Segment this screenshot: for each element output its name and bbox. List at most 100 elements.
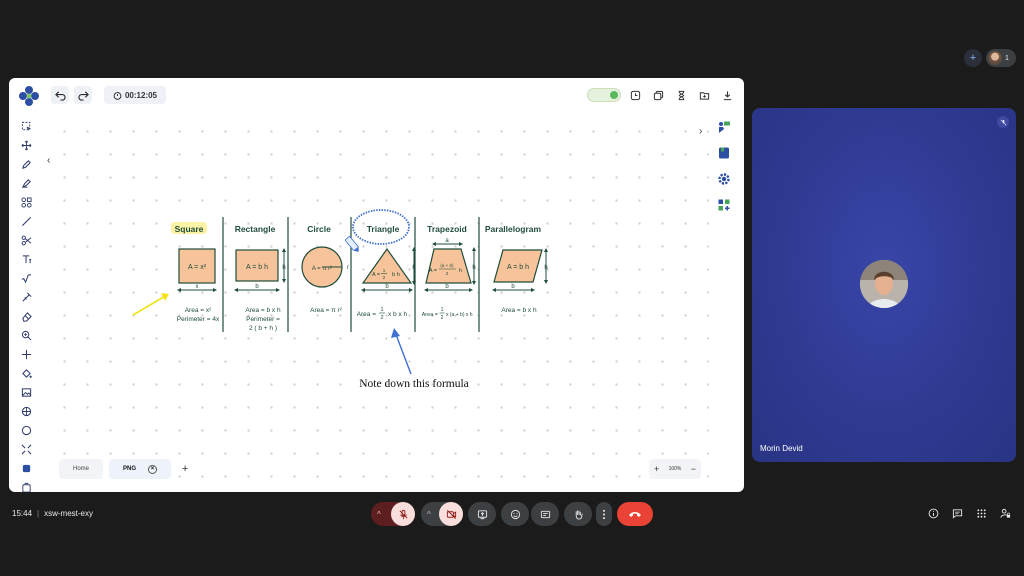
text-tool[interactable]: [18, 251, 34, 267]
formula-line: Perimeter = 4x: [177, 316, 220, 323]
laser-tool[interactable]: [18, 289, 34, 305]
end-call-button[interactable]: [617, 502, 653, 526]
stopwatch-icon: [113, 91, 122, 100]
board-toggle[interactable]: [587, 88, 621, 102]
duplicate-button[interactable]: [650, 86, 666, 104]
column-title: Triangle: [367, 224, 400, 234]
more-options-button[interactable]: [596, 502, 612, 526]
camera-options-icon[interactable]: ^: [427, 510, 431, 519]
meeting-details-button[interactable]: [926, 506, 940, 520]
left-toolbar: [18, 118, 36, 492]
meeting-side-controls: [926, 506, 1012, 520]
shape-numerator: (a + b): [440, 263, 454, 268]
current-time: 15:44: [12, 509, 33, 518]
image-tool[interactable]: [18, 384, 34, 400]
add-participant-icon[interactable]: +: [964, 49, 982, 67]
collapse-tool[interactable]: [18, 441, 34, 457]
download-icon: [723, 90, 731, 100]
paint-bucket-icon: [21, 368, 32, 378]
tab-home[interactable]: Home: [59, 459, 104, 479]
reactions-button[interactable]: [501, 502, 529, 526]
participants-indicator[interactable]: + 1: [964, 49, 1016, 67]
folder-plus-icon: [699, 91, 709, 100]
mic-toggle-button[interactable]: [391, 502, 415, 526]
laser-pointer-icon: [21, 292, 31, 302]
marker-tool[interactable]: [18, 175, 34, 191]
formula-numerator: 1: [441, 307, 444, 313]
teacher-tool[interactable]: [715, 118, 733, 136]
dimension-label: b: [511, 284, 515, 290]
chat-button[interactable]: [950, 506, 964, 520]
dimension-label: h: [472, 265, 475, 271]
captions-button[interactable]: [531, 502, 559, 526]
handwritten-note: Note down this formula: [359, 378, 469, 390]
circle-tool[interactable]: [18, 422, 34, 438]
present-screen-icon: [477, 509, 487, 519]
scissors-tool[interactable]: [18, 232, 34, 248]
move-tool[interactable]: [18, 137, 34, 153]
column-title: Rectangle: [235, 224, 276, 234]
shapes-tool[interactable]: [18, 194, 34, 210]
activities-button[interactable]: [974, 506, 988, 520]
dimension-label: h: [544, 265, 547, 271]
participant-video-tile[interactable]: Morin Devid: [752, 108, 1016, 462]
download-button[interactable]: [719, 86, 735, 104]
marker-icon: [21, 178, 31, 188]
camera-control-group: ^: [421, 502, 463, 526]
camera-off-icon: [446, 509, 456, 519]
shape-label: A =: [372, 272, 380, 278]
shape-label: A =: [429, 268, 437, 274]
mic-options-icon[interactable]: ^: [377, 510, 381, 519]
color-tool[interactable]: [18, 460, 34, 476]
close-icon[interactable]: ×: [148, 464, 158, 474]
add-page-button[interactable]: [696, 86, 712, 104]
zoom-in-button[interactable]: +: [654, 464, 659, 474]
add-widget-icon: [718, 199, 730, 211]
present-button[interactable]: [468, 502, 496, 526]
host-controls-button[interactable]: [998, 506, 1012, 520]
dimension-label: h: [282, 265, 285, 271]
crosshair-tool[interactable]: [18, 346, 34, 362]
select-tool[interactable]: [18, 118, 34, 134]
raise-hand-button[interactable]: [564, 502, 592, 526]
avatar: [860, 260, 908, 308]
tab-label: PNG: [123, 466, 137, 472]
apps-tool[interactable]: [715, 196, 733, 214]
settings-tool[interactable]: [715, 170, 733, 188]
shapes-icon: [20, 196, 32, 208]
pen-tool[interactable]: [18, 156, 34, 172]
eraser-tool[interactable]: [18, 308, 34, 324]
timer-tool-button[interactable]: [627, 86, 643, 104]
timer-tool-icon: [21, 482, 31, 492]
copy-icon: [653, 90, 663, 100]
formula-numerator: 1: [380, 307, 383, 313]
zoom-out-button[interactable]: −: [691, 464, 696, 474]
redo-icon: [77, 90, 89, 101]
chat-icon: [952, 508, 962, 519]
undo-button[interactable]: [51, 86, 69, 104]
triangle-shape: [361, 247, 413, 284]
add-tab-button[interactable]: +: [177, 463, 193, 475]
tab-png[interactable]: PNG ×: [109, 459, 172, 479]
fill-tool[interactable]: [18, 365, 34, 381]
camera-toggle-button[interactable]: [439, 502, 463, 526]
line-tool[interactable]: [18, 213, 34, 229]
math-tool[interactable]: [18, 270, 34, 286]
formula-line: Area = b x h: [245, 307, 281, 314]
hourglass-button[interactable]: [673, 86, 689, 104]
formula-line: Area = x²: [185, 307, 212, 314]
redo-button[interactable]: [74, 86, 92, 104]
apps-grid-icon: [976, 508, 986, 518]
more-tool[interactable]: [18, 479, 34, 492]
color-swatch-icon: [22, 464, 30, 472]
avatar: [988, 51, 1002, 65]
highlight-arrow: [132, 294, 168, 316]
dimension-label: r: [347, 265, 349, 271]
zoom-tool[interactable]: [18, 327, 34, 343]
participant-avatar-group[interactable]: 1: [986, 49, 1016, 67]
grid-tool[interactable]: [18, 403, 34, 419]
notes-tool[interactable]: [715, 144, 733, 162]
whiteboard-canvas[interactable]: Square Rectangle Circle Triangle Trapezo…: [43, 112, 709, 487]
formula-sheet: Square Rectangle Circle Triangle Trapezo…: [132, 209, 548, 390]
lock-person-icon: [999, 508, 1010, 518]
